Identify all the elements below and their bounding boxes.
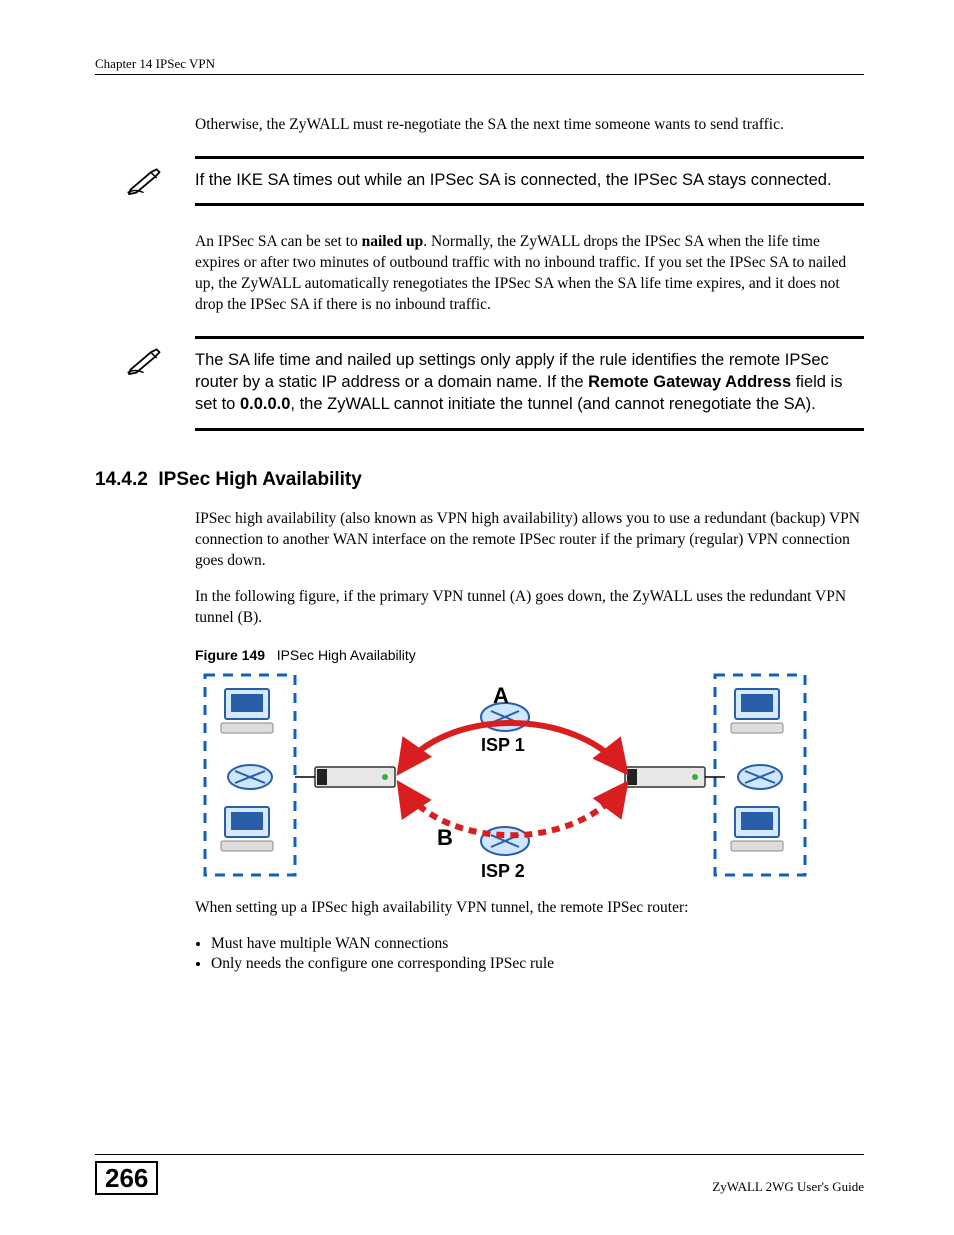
page-number: 266 bbox=[95, 1161, 158, 1195]
firewall-device-icon bbox=[315, 767, 395, 787]
router-icon bbox=[738, 765, 782, 789]
note-icon bbox=[95, 159, 195, 202]
computer-icon bbox=[731, 807, 783, 851]
figure-label-isp1: ISP 1 bbox=[481, 735, 525, 755]
figure-label-isp2: ISP 2 bbox=[481, 861, 525, 881]
bullet-list: Must have multiple WAN connections Only … bbox=[211, 935, 864, 973]
note-icon bbox=[95, 339, 195, 382]
chapter-header: Chapter 14 IPSec VPN bbox=[95, 56, 864, 72]
list-item: Only needs the configure one correspondi… bbox=[211, 955, 864, 973]
paragraph-ha-1: IPSec high availability (also known as V… bbox=[195, 509, 864, 572]
figure-caption: Figure 149 IPSec High Availability bbox=[195, 647, 864, 663]
note-block-1: If the IKE SA times out while an IPSec S… bbox=[95, 156, 864, 206]
section-heading: 14.4.2 IPSec High Availability bbox=[95, 469, 864, 491]
note-block-2: The SA life time and nailed up settings … bbox=[95, 336, 864, 431]
note-text-1: If the IKE SA times out while an IPSec S… bbox=[195, 159, 864, 203]
computer-icon bbox=[221, 807, 273, 851]
paragraph-ha-2: In the following figure, if the primary … bbox=[195, 587, 864, 629]
figure-label-a: A bbox=[493, 683, 509, 708]
paragraph-nailed-up: An IPSec SA can be set to nailed up. Nor… bbox=[195, 232, 864, 316]
firewall-device-icon bbox=[625, 767, 705, 787]
router-icon bbox=[228, 765, 272, 789]
paragraph-intro: Otherwise, the ZyWALL must re-negotiate … bbox=[195, 115, 864, 136]
computer-icon bbox=[731, 689, 783, 733]
note-text-2: The SA life time and nailed up settings … bbox=[195, 339, 864, 428]
computer-icon bbox=[221, 689, 273, 733]
guide-name: ZyWALL 2WG User's Guide bbox=[712, 1179, 864, 1195]
header-rule bbox=[95, 74, 864, 75]
paragraph-ha-3: When setting up a IPSec high availabilit… bbox=[195, 898, 864, 919]
page-footer: 266 ZyWALL 2WG User's Guide bbox=[95, 1154, 864, 1195]
list-item: Must have multiple WAN connections bbox=[211, 935, 864, 953]
figure-diagram: A ISP 1 B ISP 2 bbox=[195, 667, 864, 892]
figure-label-b: B bbox=[437, 825, 453, 850]
